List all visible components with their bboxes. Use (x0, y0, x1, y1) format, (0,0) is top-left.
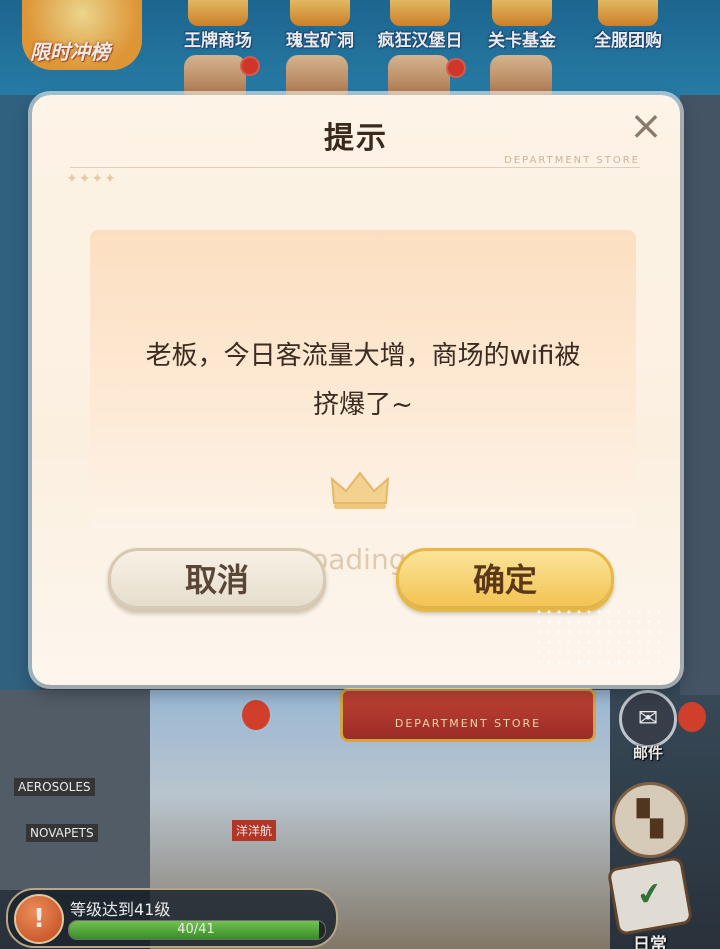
dialog-message: 老板，今日客流量大增，商场的wifi被 挤爆了~ (110, 332, 616, 430)
confirm-button[interactable]: 确定 (396, 548, 614, 612)
dot-pattern-decoration (534, 607, 664, 667)
cancel-button[interactable]: 取消 (108, 548, 326, 612)
crown-icon (330, 471, 390, 509)
sparkle-decoration-icon: ✦✦✦✦ (66, 171, 117, 187)
message-line-1: 老板，今日客流量大增，商场的wifi被 (145, 341, 581, 371)
close-icon[interactable]: × (626, 106, 666, 147)
dialog-subtitle: DEPARTMENT STORE (504, 155, 640, 166)
message-line-2: 挤爆了~ (313, 390, 413, 420)
dialog-title: 提示 (324, 121, 388, 156)
title-divider (70, 167, 640, 168)
notice-dialog: 提示 × DEPARTMENT STORE ✦✦✦✦ 老板，今日客流量大增，商场… (32, 95, 680, 685)
